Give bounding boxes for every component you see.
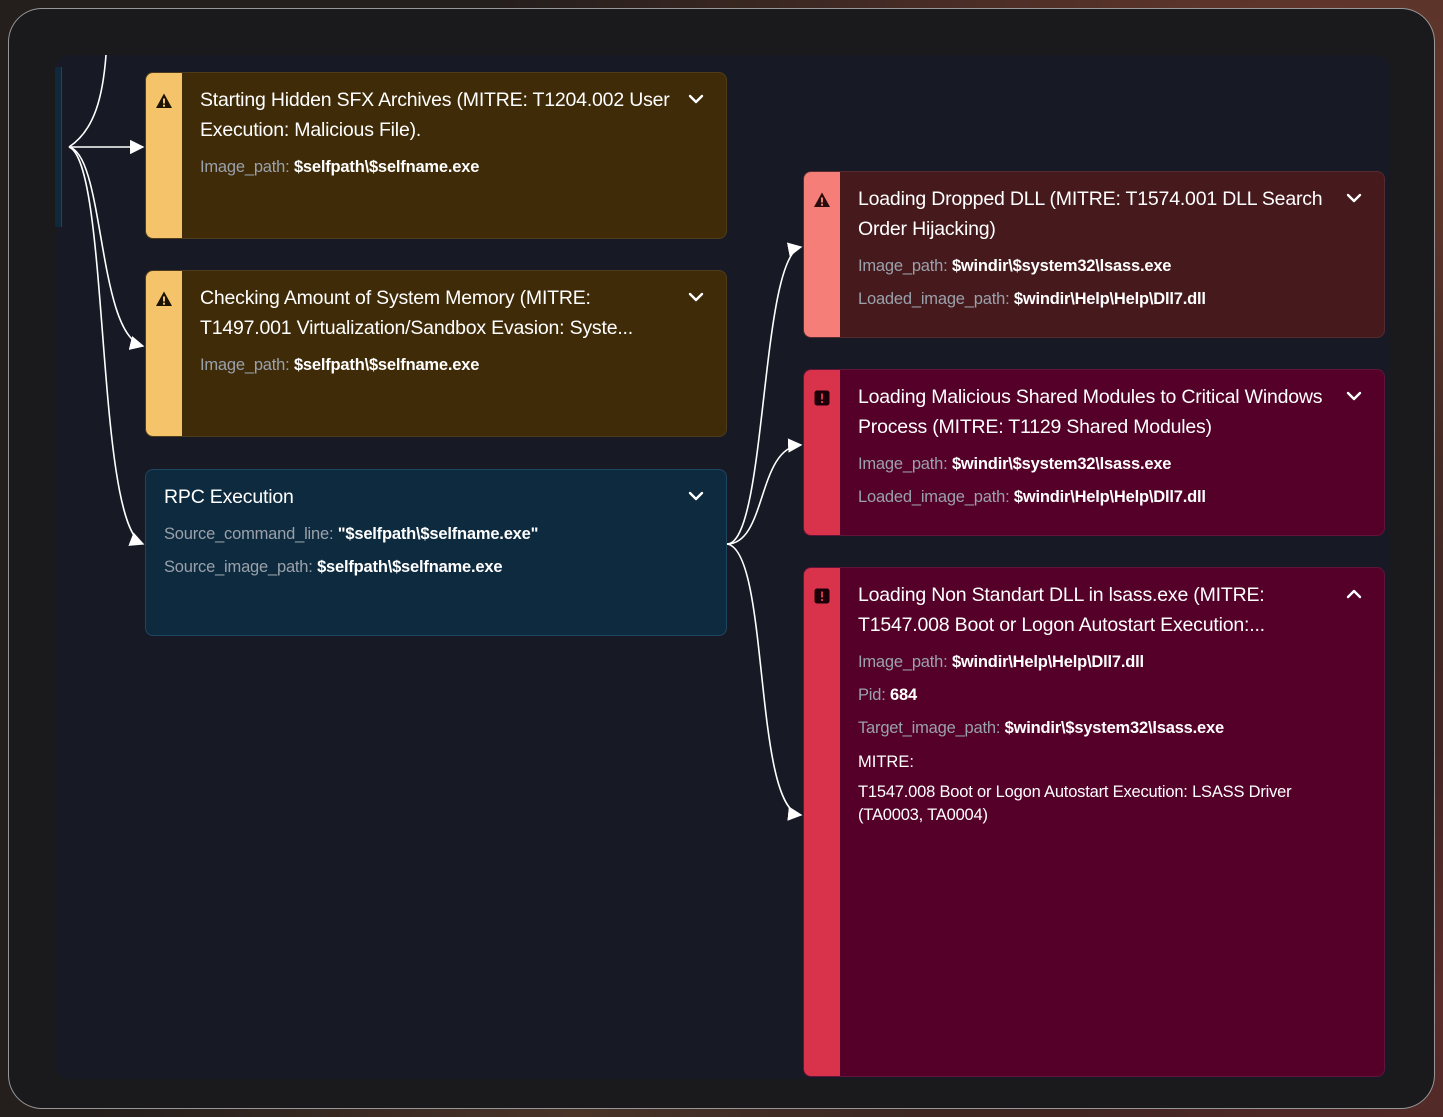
edge-to-memory	[68, 146, 145, 350]
alert-title: Loading Dropped DLL (MITRE: T1574.001 DL…	[858, 188, 1323, 240]
edge-rpc-to-shared-modules	[726, 438, 803, 545]
alert-square-icon	[814, 588, 830, 604]
chevron-down-icon[interactable]	[686, 89, 706, 109]
severity-stripe	[804, 370, 840, 535]
alert-card-sfx-archives[interactable]: Starting Hidden SFX Archives (MITRE: T12…	[145, 72, 727, 239]
field-image-path: Image_path: $windir\Help\Help\Dll7.dll	[858, 653, 1144, 671]
alert-title: Starting Hidden SFX Archives (MITRE: T12…	[200, 89, 670, 141]
severity-stripe	[804, 172, 840, 337]
alert-title: Loading Non Standart DLL in lsass.exe (M…	[858, 584, 1265, 636]
process-graph-canvas[interactable]: Starting Hidden SFX Archives (MITRE: T12…	[55, 55, 1390, 1079]
mitre-technique: T1547.008 Boot or Logon Autostart Execut…	[858, 783, 1292, 824]
alert-card-shared-modules[interactable]: Loading Malicious Shared Modules to Crit…	[803, 369, 1385, 536]
edge-to-rpc	[68, 146, 145, 546]
alert-square-icon	[814, 390, 830, 406]
field-target-image-path: Target_image_path: $windir\$system32\lsa…	[858, 719, 1224, 737]
field-image-path: Image_path: $windir\$system32\lsass.exe	[858, 455, 1172, 473]
alert-title: Checking Amount of System Memory (MITRE:…	[200, 287, 633, 339]
chevron-down-icon[interactable]	[1344, 188, 1364, 208]
chevron-up-icon[interactable]	[1344, 584, 1364, 604]
warning-triangle-icon	[156, 93, 172, 108]
parent-node-edge[interactable]	[55, 67, 62, 227]
field-image-path: Image_path: $selfpath\$selfname.exe	[200, 356, 480, 374]
edge-incoming	[68, 55, 107, 148]
mitre-label: MITRE:	[858, 753, 914, 771]
chevron-down-icon[interactable]	[1344, 386, 1364, 406]
warning-triangle-icon	[156, 291, 172, 306]
alert-card-non-standard-dll[interactable]: Loading Non Standart DLL in lsass.exe (M…	[803, 567, 1385, 1077]
alert-title: Loading Malicious Shared Modules to Crit…	[858, 386, 1323, 438]
chevron-down-icon[interactable]	[686, 486, 706, 506]
window-frame: Starting Hidden SFX Archives (MITRE: T12…	[8, 8, 1435, 1109]
field-loaded-image-path: Loaded_image_path: $windir\Help\Help\Dll…	[858, 290, 1206, 308]
field-image-path: Image_path: $windir\$system32\lsass.exe	[858, 257, 1172, 275]
severity-stripe	[804, 568, 840, 1076]
chevron-down-icon[interactable]	[686, 287, 706, 307]
alert-card-dropped-dll[interactable]: Loading Dropped DLL (MITRE: T1574.001 DL…	[803, 171, 1385, 338]
alert-card-system-memory[interactable]: Checking Amount of System Memory (MITRE:…	[145, 270, 727, 437]
edge-rpc-to-non-standard-dll	[726, 543, 803, 821]
field-image-path: Image_path: $selfpath\$selfname.exe	[200, 158, 480, 176]
field-source-command-line: Source_command_line: "$selfpath\$selfnam…	[164, 525, 539, 543]
field-pid: Pid: 684	[858, 686, 917, 704]
field-source-image-path: Source_image_path: $selfpath\$selfname.e…	[164, 558, 503, 576]
event-card-rpc-execution[interactable]: RPC Execution Source_command_line: "$sel…	[145, 469, 727, 636]
field-loaded-image-path: Loaded_image_path: $windir\Help\Help\Dll…	[858, 488, 1206, 506]
event-title: RPC Execution	[164, 486, 294, 508]
warning-triangle-icon	[814, 192, 830, 207]
severity-stripe	[146, 271, 182, 436]
edge-rpc-to-dropped-dll	[726, 242, 803, 545]
severity-stripe	[146, 73, 182, 238]
